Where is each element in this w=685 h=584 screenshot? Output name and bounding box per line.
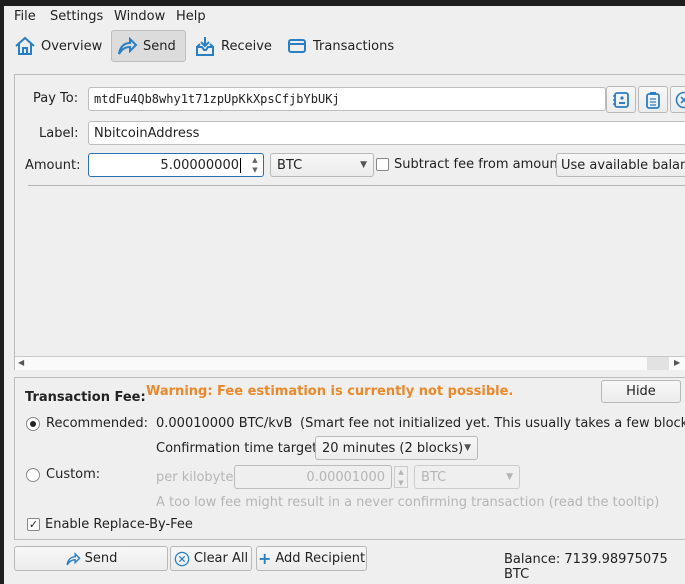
custom-unit-select[interactable]: BTC ▼ bbox=[414, 465, 520, 489]
subtract-fee-checkbox[interactable] bbox=[376, 158, 389, 171]
remove-recipient-button[interactable] bbox=[670, 86, 685, 113]
tab-overview[interactable]: Overview bbox=[10, 30, 106, 62]
pay-to-label: Pay To: bbox=[33, 91, 79, 106]
tab-send[interactable]: Send bbox=[111, 30, 186, 62]
custom-fee-spinner[interactable]: ▲ ▼ bbox=[394, 466, 408, 488]
receive-inbox-icon bbox=[196, 37, 214, 56]
menu-help[interactable]: Help bbox=[176, 9, 206, 24]
tab-transactions[interactable]: Transactions bbox=[282, 30, 398, 62]
fee-title: Transaction Fee: bbox=[25, 390, 146, 405]
per-kilobyte-label: per kilobyte bbox=[156, 470, 234, 485]
scroll-left-icon[interactable]: ◀ bbox=[18, 358, 24, 367]
send-button-label: Send bbox=[84, 551, 118, 566]
menu-file[interactable]: File bbox=[14, 9, 36, 24]
amount-spinner[interactable]: ▲ ▼ bbox=[248, 155, 262, 175]
tab-send-label: Send bbox=[143, 38, 176, 54]
amount-value: 5.00000000 bbox=[160, 157, 239, 173]
smart-fee-note: (Smart fee not initialized yet. This usu… bbox=[300, 416, 685, 431]
custom-fee-input[interactable]: 0.00001000 bbox=[234, 465, 392, 489]
custom-unit-value: BTC bbox=[421, 469, 447, 485]
tab-receive[interactable]: Receive bbox=[190, 30, 276, 62]
scroll-right-icon[interactable]: ▶ bbox=[674, 358, 680, 367]
paste-button[interactable] bbox=[638, 86, 668, 113]
add-recipient-label: Add Recipient bbox=[275, 551, 366, 566]
send-button[interactable]: Send bbox=[14, 546, 168, 571]
home-icon bbox=[15, 36, 35, 55]
tab-transactions-label: Transactions bbox=[313, 38, 395, 54]
unit-value: BTC bbox=[277, 157, 303, 173]
recommended-label: Recommended: bbox=[46, 416, 148, 431]
rbf-label: Enable Replace-By-Fee bbox=[45, 517, 193, 532]
amount-input[interactable]: 5.00000000 bbox=[88, 153, 264, 177]
send-arrow-icon bbox=[66, 551, 81, 565]
label-input[interactable]: NbitcoinAddress bbox=[88, 121, 685, 145]
send-window: File Settings Window Help Overview Send … bbox=[4, 6, 685, 584]
clear-all-label: Clear All bbox=[193, 551, 249, 566]
custom-radio[interactable] bbox=[26, 468, 40, 482]
close-circle-icon bbox=[675, 91, 685, 108]
hide-fee-button[interactable]: Hide bbox=[601, 380, 681, 403]
recommended-fee-value: 0.00010000 BTC/kvB bbox=[156, 416, 293, 431]
conf-target-value: 20 minutes (2 blocks) bbox=[322, 440, 464, 456]
address-book-button[interactable] bbox=[606, 86, 636, 113]
low-fee-note: A too low fee might result in a never co… bbox=[156, 495, 660, 510]
scrollbar-thumb[interactable] bbox=[647, 357, 669, 370]
clipboard-icon bbox=[646, 91, 660, 109]
clear-all-button[interactable]: Clear All bbox=[170, 546, 252, 571]
rbf-checkbox[interactable]: ✓ bbox=[27, 518, 40, 531]
address-book-icon bbox=[613, 91, 629, 108]
pay-to-input[interactable]: mtdFu4Qb8why1t71zpUpKkXpsCfjbYbUKj bbox=[88, 87, 606, 111]
conf-target-label: Confirmation time target: bbox=[156, 441, 322, 456]
plus-icon: + bbox=[257, 549, 272, 568]
subtract-fee-label: Subtract fee from amount bbox=[394, 157, 563, 172]
chevron-down-icon: ▼ bbox=[464, 443, 471, 453]
menu-window[interactable]: Window bbox=[114, 9, 165, 24]
balance-label: Balance: 7139.98975075 BTC bbox=[504, 552, 668, 582]
tab-receive-label: Receive bbox=[221, 38, 272, 54]
add-recipient-button[interactable]: + Add Recipient bbox=[256, 546, 367, 571]
fee-warning: Warning: Fee estimation is currently not… bbox=[146, 384, 514, 399]
conf-target-select[interactable]: 20 minutes (2 blocks) ▼ bbox=[315, 436, 478, 460]
label-label: Label: bbox=[39, 126, 79, 141]
tab-overview-label: Overview bbox=[41, 38, 103, 54]
custom-label: Custom: bbox=[46, 467, 101, 482]
use-available-balance-button[interactable]: Use available balance bbox=[556, 153, 685, 177]
horizontal-scrollbar[interactable]: ◀ ▶ bbox=[15, 356, 685, 370]
chevron-down-icon: ▼ bbox=[506, 472, 513, 482]
amount-label: Amount: bbox=[25, 158, 81, 173]
fee-section: Transaction Fee: Warning: Fee estimation… bbox=[14, 377, 685, 540]
recommended-radio[interactable] bbox=[26, 417, 40, 431]
chevron-down-icon: ▼ bbox=[360, 160, 367, 170]
transactions-card-icon bbox=[288, 39, 306, 53]
menu-settings[interactable]: Settings bbox=[50, 9, 103, 24]
unit-select[interactable]: BTC ▼ bbox=[270, 153, 374, 177]
entry-separator bbox=[28, 185, 685, 186]
clear-circle-icon bbox=[174, 551, 190, 566]
recipients-scroll-area: Pay To: mtdFu4Qb8why1t71zpUpKkXpsCfjbYbU… bbox=[14, 74, 685, 370]
send-arrow-icon bbox=[118, 36, 138, 55]
